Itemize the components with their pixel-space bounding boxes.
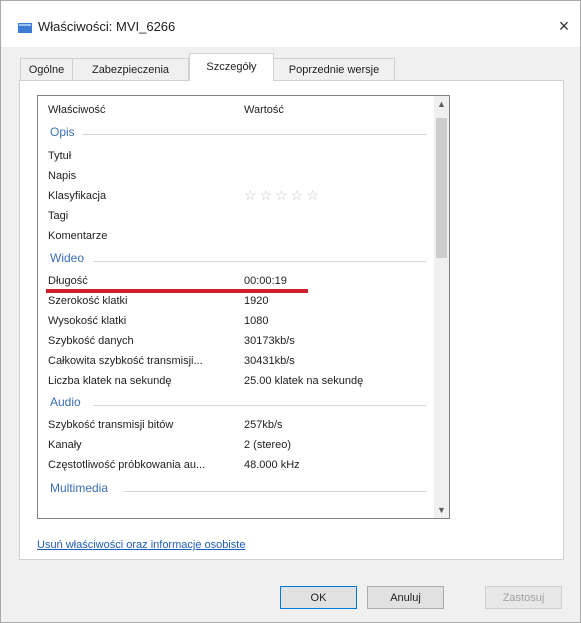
group-heading-opis: Opis [50, 125, 75, 139]
highlight-underline [46, 289, 308, 293]
rating-stars[interactable]: ☆☆☆☆☆ [244, 187, 322, 204]
property-name[interactable]: Długość [48, 275, 236, 287]
property-name[interactable]: Szybkość transmisji bitów [48, 419, 236, 431]
details-tab-panel: Właściwość Wartość Opis Tytuł Napis Klas… [19, 80, 564, 560]
group-divider [124, 491, 426, 492]
property-name[interactable]: Komentarze [48, 230, 236, 242]
column-header-value[interactable]: Wartość [244, 104, 284, 116]
tab-zabezpieczenia[interactable]: Zabezpieczenia [72, 58, 189, 80]
property-value[interactable]: 48.000 kHz [244, 459, 300, 471]
ok-button[interactable]: OK [280, 586, 357, 609]
close-button[interactable]: × [553, 15, 575, 37]
apply-button[interactable]: Zastosuj [485, 586, 562, 609]
tab-poprzednie-wersje[interactable]: Poprzednie wersje [273, 58, 395, 80]
scrollbar-thumb[interactable] [436, 118, 447, 258]
property-value[interactable]: 30431kb/s [244, 355, 295, 367]
property-value[interactable]: 00:00:19 [244, 275, 287, 287]
vertical-scrollbar[interactable]: ▲ ▼ [434, 96, 449, 518]
property-name[interactable]: Klasyfikacja [48, 190, 236, 202]
group-divider [93, 261, 426, 262]
property-value[interactable]: 25.00 klatek na sekundę [244, 375, 363, 387]
tab-ogolne[interactable]: Ogólne [20, 58, 73, 80]
property-name[interactable]: Kanały [48, 439, 236, 451]
group-heading-wideo: Wideo [50, 251, 85, 265]
video-file-icon [18, 23, 32, 33]
property-name[interactable]: Tagi [48, 210, 236, 222]
scroll-down-icon[interactable]: ▼ [434, 502, 449, 518]
tab-bar: Ogólne Zabezpieczenia Szczegóły Poprzedn… [1, 47, 580, 81]
group-heading-multimedia: Multimedia [50, 481, 109, 495]
group-heading-audio: Audio [50, 395, 81, 409]
column-header-property[interactable]: Właściwość [48, 104, 236, 116]
property-name[interactable]: Całkowita szybkość transmisji... [48, 355, 236, 367]
property-name[interactable]: Częstotliwość próbkowania au... [48, 459, 236, 471]
property-value[interactable]: 1920 [244, 295, 268, 307]
tab-szczegoly[interactable]: Szczegóły [189, 53, 274, 81]
scroll-up-icon[interactable]: ▲ [434, 96, 449, 112]
remove-properties-link[interactable]: Usuń właściwości oraz informacje osobist… [37, 539, 245, 551]
property-value[interactable]: 257kb/s [244, 419, 283, 431]
group-divider [93, 405, 426, 406]
window-title: Właściwości: MVI_6266 [38, 19, 176, 34]
property-value[interactable]: 1080 [244, 315, 268, 327]
property-value[interactable]: 2 (stereo) [244, 439, 291, 451]
property-name[interactable]: Napis [48, 170, 236, 182]
properties-dialog: Właściwości: MVI_6266 × Ogólne Zabezpiec… [0, 0, 581, 623]
cancel-button[interactable]: Anuluj [367, 586, 444, 609]
property-name[interactable]: Tytuł [48, 150, 236, 162]
title-bar: Właściwości: MVI_6266 × [1, 1, 580, 47]
property-name[interactable]: Liczba klatek na sekundę [48, 375, 236, 387]
property-name[interactable]: Wysokość klatki [48, 315, 236, 327]
property-name[interactable]: Szerokość klatki [48, 295, 236, 307]
property-value[interactable]: 30173kb/s [244, 335, 295, 347]
group-divider [82, 134, 426, 135]
properties-list[interactable]: Właściwość Wartość Opis Tytuł Napis Klas… [37, 95, 450, 519]
property-name[interactable]: Szybkość danych [48, 335, 236, 347]
